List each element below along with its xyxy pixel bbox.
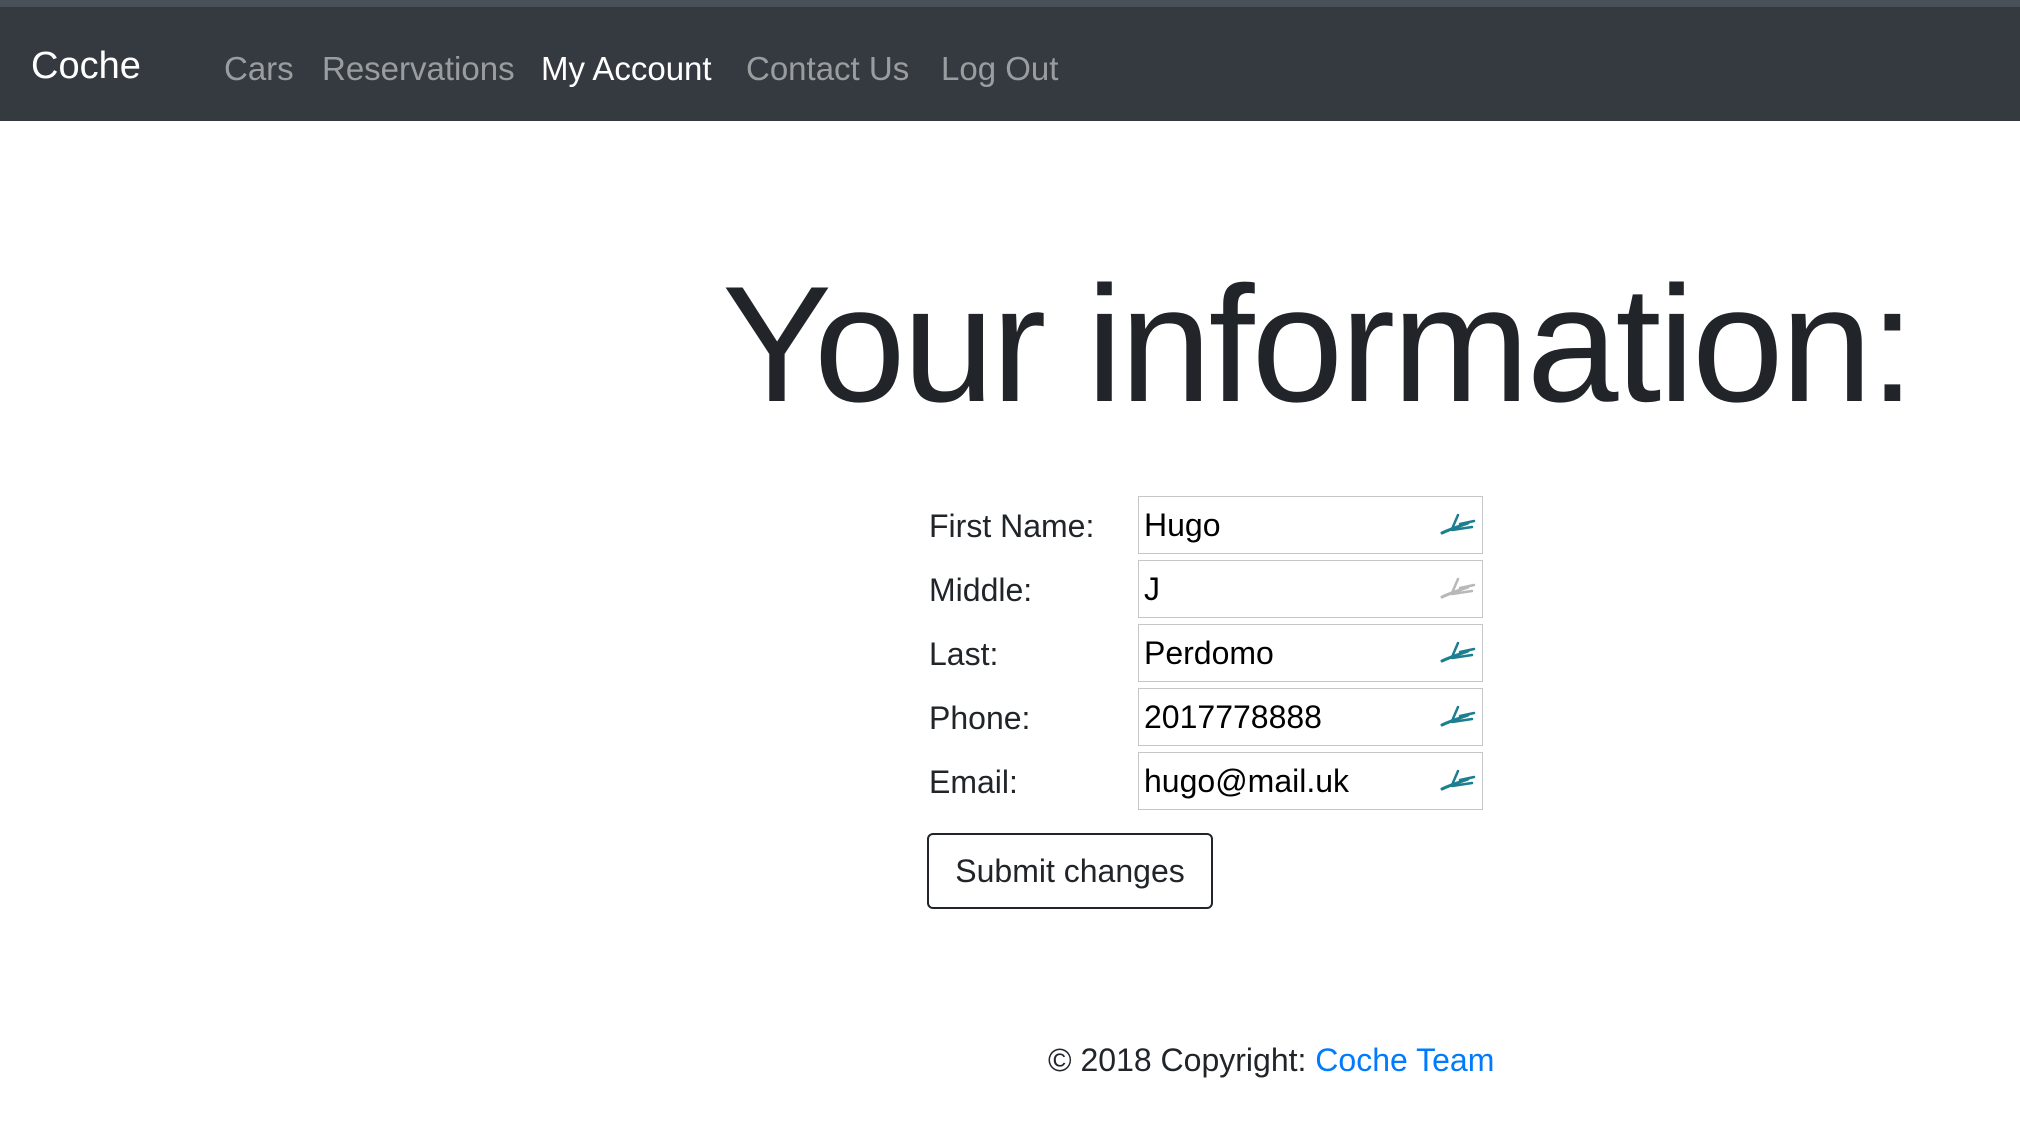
form-row-last: Last: — [929, 624, 1483, 682]
footer-copyright-text: © 2018 Copyright: — [1048, 1042, 1316, 1078]
nav-link-contact-us[interactable]: Contact Us — [746, 52, 909, 85]
password-manager-icon[interactable] — [1438, 701, 1478, 733]
middle-name-field-box — [1138, 560, 1483, 618]
form-row-middle: Middle: — [929, 560, 1483, 618]
nav-link-log-out[interactable]: Log Out — [941, 52, 1058, 85]
nav-link-cars[interactable]: Cars — [224, 52, 294, 85]
first-name-field-box — [1138, 496, 1483, 554]
phone-label: Phone: — [929, 700, 1031, 736]
brand-logo-link[interactable]: Coche — [31, 47, 141, 85]
form-row-email: Email: — [929, 752, 1483, 810]
top-navbar: Coche Cars Reservations My Account Conta… — [0, 0, 2020, 121]
phone-input[interactable] — [1139, 689, 1429, 745]
footer: © 2018 Copyright: Coche Team — [1048, 1044, 1494, 1076]
last-name-field-box — [1138, 624, 1483, 682]
middle-name-input[interactable] — [1139, 561, 1429, 617]
submit-changes-button[interactable]: Submit changes — [927, 833, 1213, 909]
password-manager-icon[interactable] — [1438, 765, 1478, 797]
email-label: Email: — [929, 764, 1018, 800]
page-title: Your information: — [722, 252, 1915, 436]
phone-field-box — [1138, 688, 1483, 746]
nav-link-reservations[interactable]: Reservations — [322, 52, 515, 85]
last-name-label: Last: — [929, 636, 999, 672]
first-name-label: First Name: — [929, 508, 1095, 544]
password-manager-icon[interactable] — [1438, 573, 1478, 605]
last-name-input[interactable] — [1139, 625, 1429, 681]
form-row-phone: Phone: — [929, 688, 1483, 746]
first-name-input[interactable] — [1139, 497, 1429, 553]
nav-link-my-account[interactable]: My Account — [541, 52, 712, 85]
password-manager-icon[interactable] — [1438, 637, 1478, 669]
password-manager-icon[interactable] — [1438, 509, 1478, 541]
middle-name-label: Middle: — [929, 572, 1033, 608]
email-field-box — [1138, 752, 1483, 810]
footer-team-link[interactable]: Coche Team — [1315, 1042, 1494, 1078]
form-row-first-name: First Name: — [929, 496, 1483, 554]
email-input[interactable] — [1139, 753, 1429, 809]
